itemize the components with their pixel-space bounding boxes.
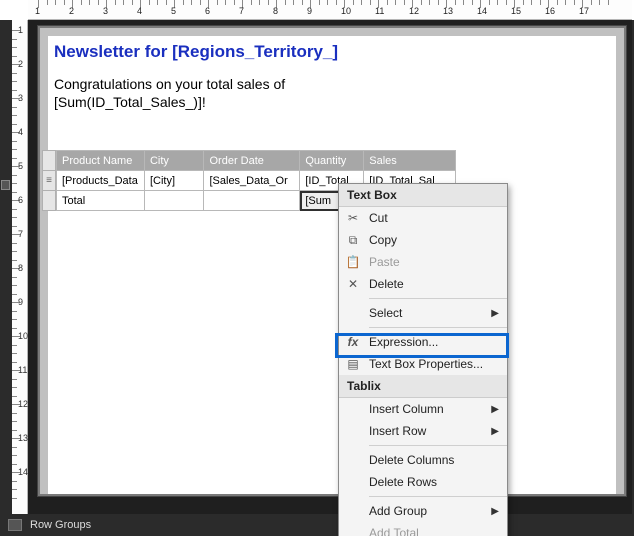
- col-header-sales[interactable]: Sales: [364, 151, 456, 171]
- row-handle-total[interactable]: [42, 190, 56, 211]
- menu-item-insert-column[interactable]: Insert Column ▶: [339, 398, 507, 420]
- submenu-arrow-icon: ▶: [491, 506, 499, 517]
- cell-city[interactable]: [City]: [144, 171, 204, 191]
- submenu-arrow-icon: ▶: [491, 404, 499, 415]
- col-header-orderdate[interactable]: Order Date: [204, 151, 300, 171]
- menu-item-delete[interactable]: ✕ Delete: [339, 273, 507, 295]
- menu-label: Insert Column: [369, 402, 444, 416]
- menu-separator: [369, 496, 507, 497]
- cell-total-city[interactable]: [144, 191, 204, 211]
- row-handle-header[interactable]: [42, 150, 56, 171]
- menu-label: Copy: [369, 233, 397, 247]
- menu-label: Add Group: [369, 504, 427, 518]
- menu-label: Expression...: [369, 335, 438, 349]
- cell-orderdate[interactable]: [Sales_Data_Or: [204, 171, 300, 191]
- report-designer: 1234567891011121314151617 12345678910111…: [0, 0, 634, 536]
- col-header-quantity[interactable]: Quantity: [300, 151, 364, 171]
- report-canvas[interactable]: Newsletter for [Regions_Territory_] Cong…: [38, 26, 626, 496]
- menu-label: Paste: [369, 255, 400, 269]
- menu-separator: [369, 327, 507, 328]
- menu-item-select[interactable]: Select ▶: [339, 302, 507, 324]
- fx-icon: fx: [345, 335, 361, 349]
- menu-item-insert-row[interactable]: Insert Row ▶: [339, 420, 507, 442]
- menu-label: Text Box Properties...: [369, 357, 483, 371]
- design-surface[interactable]: Newsletter for [Regions_Territory_] Cong…: [28, 20, 632, 514]
- row-groups-label: Row Groups: [30, 519, 91, 531]
- menu-item-copy[interactable]: ⧉ Copy: [339, 229, 507, 251]
- vertical-ruler[interactable]: 1234567891011121314: [12, 20, 28, 514]
- cell-total-label[interactable]: Total: [57, 191, 145, 211]
- properties-icon: ▤: [345, 357, 361, 371]
- para-line2: [Sum(ID_Total_Sales_)]!: [54, 94, 206, 110]
- cell-total-orderdate[interactable]: [204, 191, 300, 211]
- report-title-textbox[interactable]: Newsletter for [Regions_Territory_]: [54, 42, 338, 62]
- ruler-indicator[interactable]: [1, 180, 10, 190]
- submenu-arrow-icon: ▶: [491, 308, 499, 319]
- menu-separator: [369, 445, 507, 446]
- report-body[interactable]: Newsletter for [Regions_Territory_] Cong…: [48, 36, 616, 494]
- table-header-row[interactable]: Product Name City Order Date Quantity Sa…: [57, 151, 456, 171]
- menu-item-add-total[interactable]: Add Total: [339, 522, 507, 536]
- submenu-arrow-icon: ▶: [491, 426, 499, 437]
- table-row-handles[interactable]: ≡: [42, 150, 56, 210]
- delete-icon: ✕: [345, 277, 361, 291]
- para-line1: Congratulations on your total sales of: [54, 76, 285, 92]
- paste-icon: 📋: [345, 255, 361, 269]
- menu-label: Delete Rows: [369, 475, 437, 489]
- menu-label: Delete Columns: [369, 453, 454, 467]
- menu-item-delete-columns[interactable]: Delete Columns: [339, 449, 507, 471]
- menu-item-paste[interactable]: 📋 Paste: [339, 251, 507, 273]
- menu-item-expression[interactable]: fx Expression...: [339, 331, 507, 353]
- menu-item-add-group[interactable]: Add Group ▶: [339, 500, 507, 522]
- menu-header-textbox: Text Box: [339, 184, 507, 207]
- cell-productname[interactable]: [Products_Data: [57, 171, 145, 191]
- row-handle-detail[interactable]: ≡: [42, 170, 56, 191]
- cut-icon: ✂: [345, 211, 361, 225]
- horizontal-ruler[interactable]: 1234567891011121314151617: [28, 0, 632, 20]
- col-header-productname[interactable]: Product Name: [57, 151, 145, 171]
- report-paragraph-textbox[interactable]: Congratulations on your total sales of […: [54, 76, 285, 111]
- menu-label: Delete: [369, 277, 404, 291]
- menu-item-delete-rows[interactable]: Delete Rows: [339, 471, 507, 493]
- col-header-city[interactable]: City: [144, 151, 204, 171]
- copy-icon: ⧉: [345, 233, 361, 248]
- menu-label: Add Total: [369, 526, 419, 536]
- bottom-panel-bar[interactable]: Row Groups: [0, 514, 634, 536]
- left-gutter: [0, 20, 12, 514]
- menu-item-cut[interactable]: ✂ Cut: [339, 207, 507, 229]
- menu-label: Select: [369, 306, 402, 320]
- menu-label: Cut: [369, 211, 388, 225]
- context-menu: Text Box ✂ Cut ⧉ Copy 📋 Paste ✕ Delete S…: [338, 183, 508, 536]
- menu-label: Insert Row: [369, 424, 426, 438]
- menu-header-tablix: Tablix: [339, 375, 507, 398]
- row-groups-icon: [8, 519, 22, 531]
- menu-item-textbox-properties[interactable]: ▤ Text Box Properties...: [339, 353, 507, 375]
- menu-separator: [369, 298, 507, 299]
